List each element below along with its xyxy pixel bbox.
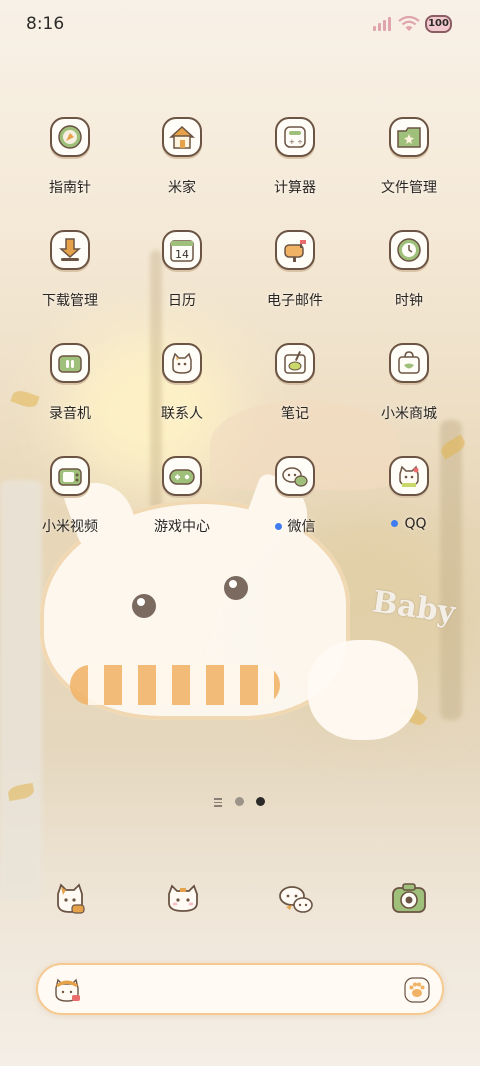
app-label: 笔记 [281,406,309,422]
app-label: QQ [353,516,465,532]
app-file-manager[interactable]: 文件管理 [353,117,465,197]
calendar-icon: 14 [162,230,202,270]
svg-text:14: 14 [175,248,189,261]
app-label: 文件管理 [381,180,437,196]
app-label: 微信 [239,516,351,536]
paw-icon[interactable] [404,977,430,1003]
app-mi-store[interactable]: 小米商城 [353,343,465,423]
app-label: 联系人 [161,406,203,422]
tv-icon [50,456,90,496]
phone-cat-icon[interactable] [50,878,90,918]
folder-icon [389,117,429,157]
menu-lines-icon [214,798,222,807]
app-label: 游戏中心 [154,519,210,535]
recorder-icon [50,343,90,383]
app-calculator[interactable]: + ÷ 计算器 [239,117,351,197]
app-label: 录音机 [49,406,91,422]
cat-avatar-icon [55,978,80,1002]
camera-icon[interactable] [389,878,429,918]
app-download-manager[interactable]: 下载管理 [14,230,126,310]
update-dot-badge [391,519,399,527]
shopping-bag-icon [389,343,429,383]
gamepad-icon [162,456,202,496]
status-bar: 8:16 100 [0,0,480,52]
app-mijia[interactable]: 米家 [126,117,238,197]
app-notes[interactable]: 笔记 [239,343,351,423]
status-time: 8:16 [26,14,65,34]
contacts-cat-icon [162,343,202,383]
qq-cat-icon [389,456,429,496]
app-wechat[interactable]: 微信 [239,456,351,536]
page-dot-1[interactable] [235,797,244,806]
wifi-icon [398,16,420,31]
app-clock[interactable]: 时钟 [353,230,465,310]
app-label: 电子邮件 [267,293,323,309]
browser-cats-icon[interactable] [276,878,316,918]
app-label: 米家 [168,180,196,196]
compass-icon [50,117,90,157]
app-label: 小米视频 [42,519,98,535]
mailbox-icon [275,230,315,270]
calculator-icon: + ÷ [275,117,315,157]
app-label: 指南针 [49,180,91,196]
home-icon [162,117,202,157]
page-dot-2-active[interactable] [256,797,265,806]
notes-icon [275,343,315,383]
app-label: 时钟 [395,293,423,309]
app-label: 计算器 [274,180,316,196]
app-recorder[interactable]: 录音机 [14,343,126,423]
cellular-signal-icon [373,17,391,31]
app-label: 日历 [168,293,196,309]
page-indicator[interactable] [0,796,480,810]
clock-icon [389,230,429,270]
app-game-center[interactable]: 游戏中心 [126,456,238,536]
app-contacts[interactable]: 联系人 [126,343,238,423]
app-mi-video[interactable]: 小米视频 [14,456,126,536]
svg-text:+ ÷: + ÷ [289,138,303,146]
app-label: 小米商城 [381,406,437,422]
wechat-cat-icon [275,456,315,496]
app-compass[interactable]: 指南针 [14,117,126,197]
download-icon [50,230,90,270]
update-dot-badge [274,522,282,530]
app-calendar[interactable]: 14 日历 [126,230,238,310]
app-email[interactable]: 电子邮件 [239,230,351,310]
app-qq[interactable]: QQ [353,456,465,532]
app-label: 下载管理 [42,293,98,309]
battery-indicator: 100 [425,15,452,33]
search-bar[interactable] [36,963,444,1015]
messages-cat-icon[interactable] [163,878,203,918]
